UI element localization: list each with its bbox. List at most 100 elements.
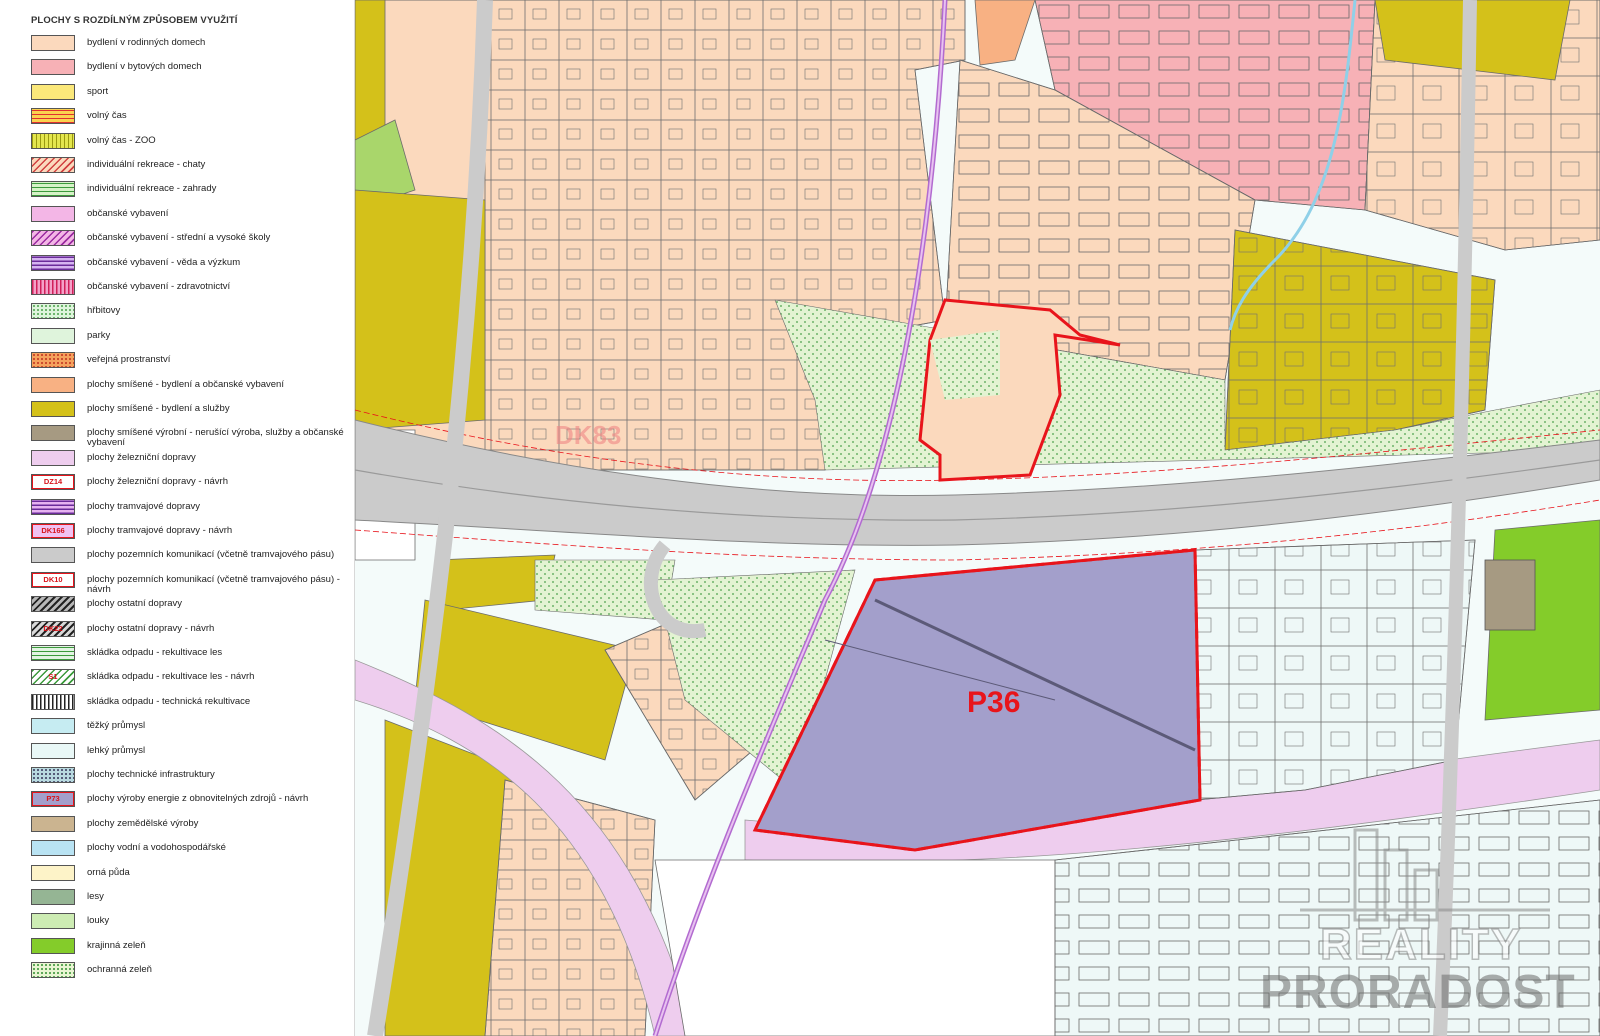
legend-item: S1 skládka odpadu - rekultivace les - náv… [31, 668, 351, 688]
legend-label: plochy pozemních komunikací (včetně tram… [87, 549, 335, 561]
legend-swatch [31, 889, 75, 905]
legend-item: občanské vybavení - věda a výzkum [31, 254, 351, 274]
legend-label: plochy tramvajové dopravy [87, 500, 200, 512]
legend-swatch [31, 279, 75, 295]
legend-label: volný čas [87, 110, 127, 122]
legend-item: veřejná prostranství [31, 351, 351, 371]
legend-label: občanské vybavení - střední a vysoké ško… [87, 232, 271, 244]
legend-label: plochy výroby energie z obnovitelných zd… [87, 793, 309, 805]
zoning-map[interactable]: DK83 P36 REALITY PRORADOST [355, 0, 1600, 1036]
watermark-logo: REALITY PRORADOST [1260, 820, 1590, 1030]
legend-item: hřbitovy [31, 302, 351, 322]
legend-swatch [31, 547, 75, 564]
legend-label: plochy železniční dopravy - návrh [87, 476, 228, 488]
legend-swatch [31, 303, 75, 320]
legend-label: veřejná prostranství [87, 354, 171, 366]
legend-label: ochranná zeleň [87, 964, 152, 976]
legend-swatch [31, 59, 75, 76]
legend-label: individuální rekreace - chaty [87, 159, 206, 170]
legend-swatch [31, 181, 75, 198]
legend-label: plochy vodní a vodohospodářské [87, 842, 226, 854]
legend-swatch [31, 840, 75, 857]
legend-item: P73 plochy výroby energie z obnovitelných… [31, 790, 351, 810]
legend-label: plochy tramvajové dopravy - návrh [87, 525, 233, 536]
legend-swatch [31, 815, 75, 832]
legend-swatch [31, 376, 75, 393]
legend-swatch [31, 718, 75, 735]
legend-label: bydlení v rodinných domech [87, 37, 206, 48]
area-label-p36: P36 [967, 686, 1021, 719]
legend-swatch-code: S1 [48, 672, 58, 682]
zone-mixed-production [1484, 559, 1536, 631]
legend-swatch-code: DK10 [43, 574, 63, 584]
legend-swatch [31, 205, 75, 222]
legend-item: plochy tramvajové dopravy [31, 498, 351, 518]
legend-item: skládka odpadu - rekultivace les [31, 644, 351, 664]
legend-item: volný čas - ZOO [31, 132, 351, 152]
legend-swatch [31, 645, 75, 661]
legend-swatch-code: DK22 [43, 623, 63, 633]
legend-item: plochy smíšené - bydlení a služby [31, 400, 351, 420]
legend-swatch: S1 [31, 669, 75, 686]
legend-swatch: DK22 [31, 620, 75, 637]
legend-swatch [31, 108, 75, 125]
legend-swatch-code: P73 [46, 794, 60, 804]
legend-label: plochy smíšené výrobní - nerušící výroba… [87, 427, 344, 449]
legend-swatch [31, 352, 75, 369]
legend-item: plochy vodní a vodohospodářské [31, 839, 351, 859]
legend-swatch [31, 449, 75, 466]
legend-swatch-code: DZ14 [43, 477, 63, 487]
legend-swatch [31, 132, 75, 149]
legend-swatch: DZ14 [31, 474, 75, 491]
legend-title: PLOCHY S ROZDÍLNÝM ZPŮSOBEM VYUŽITÍ [31, 15, 238, 26]
legend-label: skládka odpadu - rekultivace les - návrh [87, 671, 255, 683]
legend-item: individuální rekreace - zahrady [31, 180, 351, 200]
legend-item: občanské vybavení [31, 205, 351, 225]
legend-label: plochy pozemních komunikací (včetně tram… [87, 573, 340, 595]
legend-label: volný čas - ZOO [87, 134, 156, 146]
legend-label: orná půda [87, 866, 130, 878]
legend-item: plochy zemědělské výroby [31, 815, 351, 835]
legend-item: lesy [31, 888, 351, 908]
legend-swatch: P73 [31, 791, 75, 808]
map-legend: PLOCHY S ROZDÍLNÝM ZPŮSOBEM VYUŽITÍ bydl… [0, 0, 355, 1036]
legend-label: plochy smíšené - bydlení a služby [87, 403, 230, 414]
legend-item: občanské vybavení - střední a vysoké ško… [31, 229, 351, 249]
legend-item: parky [31, 327, 351, 347]
legend-swatch [31, 230, 75, 247]
legend-item: občanské vybavení - zdravotnictví [31, 278, 351, 298]
legend-label: lesy [87, 891, 104, 902]
legend-swatch [31, 767, 75, 783]
legend-swatch [31, 35, 75, 51]
legend-item: louky [31, 912, 351, 932]
area-label-dk83: DK83 [555, 420, 622, 450]
legend-swatch [31, 937, 75, 954]
legend-swatch: DK10 [31, 571, 75, 588]
legend-swatch [31, 327, 75, 344]
legend-item: bydlení v bytových domech [31, 58, 351, 78]
legend-label: plochy zemědělské výroby [87, 817, 199, 829]
legend-swatch [31, 498, 75, 515]
legend-swatch [31, 157, 75, 173]
legend-item: ochranná zeleň [31, 961, 351, 981]
legend-label: sport [87, 85, 109, 97]
legend-item: individuální rekreace - chaty [31, 156, 351, 176]
legend-item: sport [31, 83, 351, 103]
legend-label: skládka odpadu - rekultivace les [87, 647, 223, 658]
legend-item: plochy ostatní dopravy [31, 595, 351, 615]
legend-item: lehký průmysl [31, 742, 351, 762]
legend-swatch [31, 596, 75, 613]
legend-label: krajinná zeleň [87, 939, 146, 951]
legend-label: skládka odpadu - technická rekultivace [87, 695, 251, 707]
legend-label: těžký průmysl [87, 720, 146, 732]
legend-label: individuální rekreace - zahrady [87, 183, 217, 195]
legend-item: DZ14 plochy železniční dopravy - návrh [31, 473, 351, 493]
parcel-grid-se [1194, 539, 1476, 801]
legend-item: volný čas [31, 107, 351, 127]
legend-item: bydlení v rodinných domech [31, 34, 351, 54]
legend-item: plochy pozemních komunikací (včetně tram… [31, 546, 351, 566]
legend-item: DK22 plochy ostatní dopravy - návrh [31, 620, 351, 640]
legend-label: plochy ostatní dopravy - návrh [87, 622, 215, 634]
legend-label: plochy smíšené - bydlení a občanské vyba… [87, 378, 284, 390]
watermark-text-proradost: PRORADOST [1260, 966, 1576, 1019]
